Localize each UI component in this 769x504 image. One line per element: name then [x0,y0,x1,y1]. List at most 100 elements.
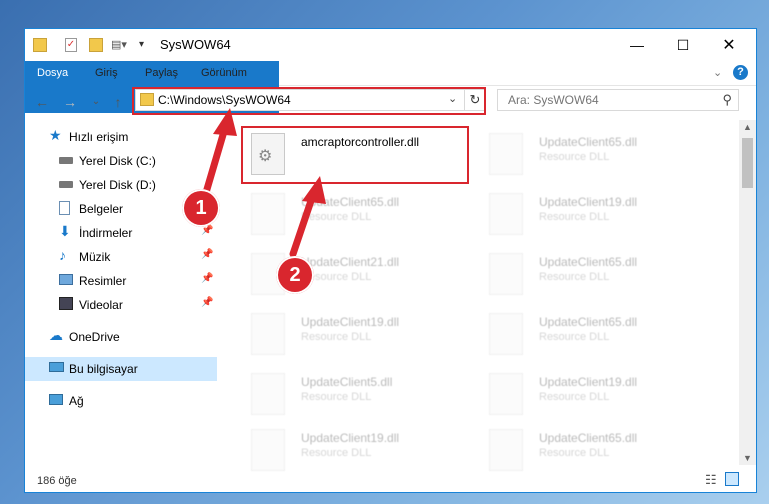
search-icon[interactable]: ⚲ [722,92,732,108]
sidebar-item-label: Belgeler [79,202,124,216]
up-button[interactable]: ↑ [109,94,127,110]
network-icon [49,394,63,405]
sidebar-item-quick-access[interactable]: ★ Hızlı erişim [25,125,217,149]
navigation-pane: ★ Hızlı erişim Yerel Disk (C:) Yerel Dis… [25,125,217,465]
file-name: UpdateClient65.dll [539,431,638,445]
drive-icon [59,181,73,188]
list-item[interactable]: UpdateClient19.dll Resource DLL [243,309,473,361]
properties-icon[interactable]: ✓ [65,38,77,52]
sidebar-item-downloads[interactable]: ⬇ İndirmeler 📌 [25,221,217,245]
sidebar-item-label: Videolar [79,298,123,312]
file-type: Resource DLL [539,271,610,283]
customize-toolbar-icon[interactable]: ▾ [139,38,149,52]
item-count: 186 öğe [37,475,77,487]
file-name: UpdateClient19.dll [539,375,638,389]
list-item[interactable]: UpdateClient19.dll Resource DLL [481,369,711,421]
minimize-button[interactable]: — [614,29,660,61]
folder-icon [33,38,47,52]
scroll-up-icon[interactable]: ▲ [743,122,752,132]
pin-icon[interactable]: 📌 [201,249,213,260]
file-name: UpdateClient19.dll [301,431,400,445]
step-1-badge: 1 [182,189,220,227]
sidebar-item-this-pc[interactable]: Bu bilgisayar [25,357,217,381]
forward-button[interactable]: → [61,94,79,110]
pin-icon[interactable]: 📌 [201,297,213,308]
pin-icon[interactable]: 📌 [201,273,213,284]
dll-file-icon [251,373,285,415]
dll-file-icon [489,429,523,471]
tab-view[interactable]: Görünüm [189,61,259,85]
sidebar-item-label: İndirmeler [79,226,133,240]
dll-file-icon [489,313,523,355]
file-name: UpdateClient19.dll [301,315,400,329]
download-icon: ⬇ [59,223,71,239]
sidebar-item-music[interactable]: ♪ Müzik 📌 [25,245,217,269]
sidebar-item-onedrive[interactable]: ☁ OneDrive [25,325,217,349]
help-icon[interactable]: ? [733,65,748,80]
sidebar-item-label: Hızlı erişim [69,130,129,144]
dll-file-icon [251,193,285,235]
file-name: UpdateClient65.dll [301,195,400,209]
file-name: UpdateClient65.dll [539,315,638,329]
details-view-icon[interactable]: ☷ [705,472,717,488]
drive-icon [59,157,73,164]
sidebar-item-label: Bu bilgisayar [69,362,138,376]
dll-file-icon [489,373,523,415]
dll-file-icon [489,193,523,235]
search-box[interactable]: ⚲ [497,89,739,111]
back-button[interactable]: ← [33,94,51,110]
list-item[interactable]: UpdateClient19.dll Resource DLL [481,189,711,241]
file-type: Resource DLL [301,447,372,459]
address-bar-highlight [132,87,486,115]
scroll-down-icon[interactable]: ▼ [743,453,752,463]
scrollbar-thumb[interactable] [742,138,753,188]
expand-ribbon-icon[interactable]: ⌄ [713,66,722,79]
file-type: Resource DLL [539,447,610,459]
file-type: Resource DLL [301,211,372,223]
large-icons-view-icon[interactable] [725,472,739,486]
dll-file-icon [251,429,285,471]
close-button[interactable]: ✕ [706,29,752,61]
ribbon-tabs: Dosya Giriş Paylaş Görünüm ⌄ ? [25,61,756,113]
list-item[interactable]: UpdateClient65.dll Resource DLL [481,129,711,181]
window-title: SysWOW64 [160,37,231,52]
list-item[interactable]: UpdateClient65.dll Resource DLL [481,309,711,361]
sidebar-item-pictures[interactable]: Resimler 📌 [25,269,217,293]
sidebar-item-label: Yerel Disk (D:) [79,178,156,192]
status-bar: 186 öğe ☷ [25,467,756,493]
documents-icon [59,201,70,215]
file-name: UpdateClient21.dll [301,255,400,269]
list-item[interactable]: UpdateClient65.dll Resource DLL [243,189,473,241]
new-folder-icon[interactable] [89,38,103,52]
sidebar-item-videos[interactable]: Videolar 📌 [25,293,217,317]
quick-access-toolbar-icon[interactable]: ▤▾ [111,38,127,52]
sidebar-item-label: Ağ [69,394,84,408]
search-input[interactable] [506,92,710,108]
pictures-icon [59,274,73,285]
dll-file-icon [489,133,523,175]
sidebar-item-label: OneDrive [69,330,120,344]
sidebar-item-local-disk-c[interactable]: Yerel Disk (C:) [25,149,217,173]
file-highlight [241,126,469,184]
list-item[interactable]: UpdateClient65.dll Resource DLL [481,249,711,301]
computer-icon [49,362,64,372]
tab-home[interactable]: Giriş [83,61,130,85]
video-icon [59,297,73,310]
sidebar-item-label: Yerel Disk (C:) [79,154,156,168]
file-name: UpdateClient65.dll [539,255,638,269]
file-name: UpdateClient5.dll [301,375,393,389]
tab-share[interactable]: Paylaş [133,61,190,85]
cloud-icon: ☁ [49,327,63,343]
sidebar-item-label: Resimler [79,274,127,288]
sidebar-item-network[interactable]: Ağ [25,389,217,413]
maximize-button[interactable]: ☐ [660,29,706,61]
sidebar-item-label: Müzik [79,250,111,264]
vertical-scrollbar[interactable]: ▲ ▼ [739,120,756,465]
dll-file-icon [251,313,285,355]
file-name: UpdateClient65.dll [539,135,638,149]
title-bar: ✓ ▤▾ ▾ SysWOW64 — ☐ ✕ [25,29,756,61]
list-item[interactable]: UpdateClient5.dll Resource DLL [243,369,473,421]
music-icon: ♪ [59,247,66,263]
recent-locations-icon[interactable]: ⌄ [87,96,105,107]
dll-file-icon [489,253,523,295]
